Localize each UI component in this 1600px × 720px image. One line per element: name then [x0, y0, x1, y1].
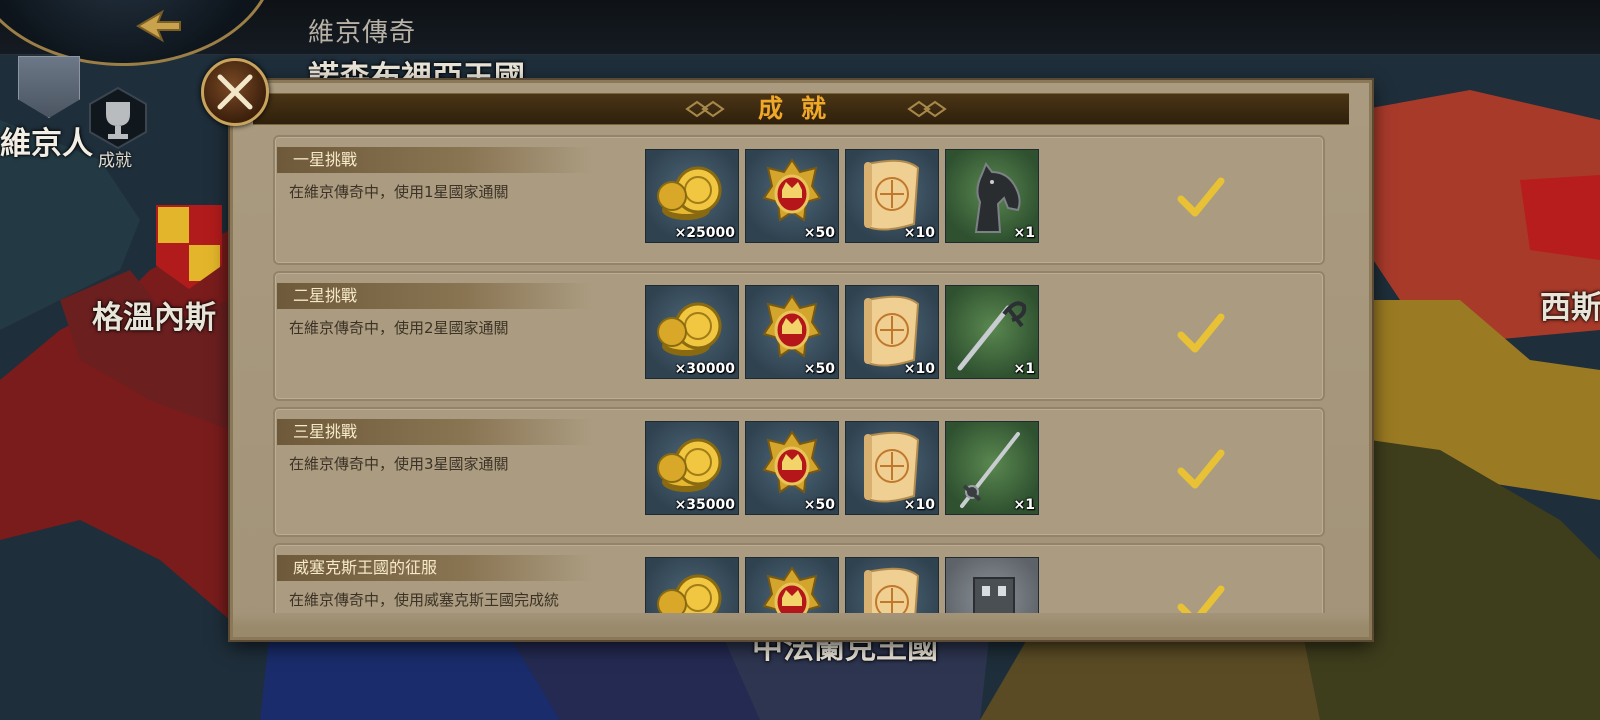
achievement-title: 二星挑戰 — [277, 283, 593, 309]
achievement-description: 在維京傳奇中，使用威塞克斯王國完成統 — [289, 591, 560, 609]
reward-item[interactable]: ×1 — [945, 149, 1039, 243]
reward-item[interactable]: ×10 — [845, 149, 939, 243]
campaign-title: 維京傳奇 — [308, 18, 417, 48]
reward-item[interactable]: ×50 — [745, 285, 839, 379]
reward-quantity: ×1 — [1013, 497, 1035, 513]
reward-item[interactable]: ×35000 — [645, 421, 739, 515]
reward-quantity: ×50 — [803, 361, 835, 377]
close-icon — [217, 74, 253, 110]
faction-name: 維京人 — [0, 126, 93, 162]
reward-quantity: ×50 — [803, 497, 835, 513]
achievement-row[interactable]: 三星挑戰在維京傳奇中，使用3星國家通關 ×35000 ×50 ×10 ×1 — [273, 407, 1325, 537]
reward-item[interactable]: ×30000 — [645, 285, 739, 379]
achievement-button[interactable] — [86, 86, 150, 150]
achievement-title: 一星挑戰 — [277, 147, 593, 173]
reward-item[interactable]: ×1 — [945, 421, 1039, 515]
achievement-description: 在維京傳奇中，使用2星國家通關 — [289, 319, 509, 337]
achievement-row[interactable]: 二星挑戰在維京傳奇中，使用2星國家通關 ×30000 ×50 ×10 ×1 — [273, 271, 1325, 401]
checkmark-icon — [1177, 177, 1225, 217]
achievement-title: 三星挑戰 — [277, 419, 593, 445]
checkmark-icon — [1177, 585, 1225, 613]
reward-quantity: ×10 — [903, 497, 935, 513]
achievement-description: 在維京傳奇中，使用3星國家通關 — [289, 455, 509, 473]
checkmark-icon — [1177, 313, 1225, 353]
reward-item[interactable]: ×10 — [845, 285, 939, 379]
reward-item[interactable]: ×25000 — [645, 149, 739, 243]
reward-quantity: ×1 — [1013, 361, 1035, 377]
reward-item[interactable]: ×50 — [745, 149, 839, 243]
achievements-dialog: 成就 一星挑戰 在維京傳奇中，使用1星國家通關 ×25000 ×50 ×10 ×1 二星挑戰… — [230, 80, 1372, 640]
dialog-title: 成就 — [757, 94, 844, 123]
achievement-label: 成就 — [98, 151, 132, 171]
building-icon — [973, 577, 1015, 613]
achievement-description: 在維京傳奇中，使用1星國家通關 — [289, 183, 509, 201]
reward-quantity: ×50 — [803, 225, 835, 241]
reward-item[interactable] — [945, 557, 1039, 613]
ornament-icon — [907, 100, 947, 118]
close-button[interactable] — [201, 58, 269, 126]
reward-item[interactable] — [845, 557, 939, 613]
reward-quantity: ×25000 — [674, 225, 735, 241]
achievement-row[interactable]: 一星挑戰在維京傳奇中，使用1星國家通關 ×25000 ×50 ×10 ×1 — [273, 135, 1325, 265]
trophy-icon — [89, 86, 147, 150]
reward-item[interactable] — [745, 557, 839, 613]
reward-quantity: ×10 — [903, 361, 935, 377]
reward-item[interactable] — [645, 557, 739, 613]
back-arrow-icon[interactable] — [128, 6, 188, 46]
map-label-east: 西斯 — [1540, 290, 1600, 326]
dialog-header: 成就 — [253, 93, 1349, 125]
gold-coins-icon — [657, 574, 722, 613]
reward-quantity: ×35000 — [674, 497, 735, 513]
dialog-frame-bottom — [233, 613, 1369, 637]
achievement-list[interactable]: 一星挑戰 在維京傳奇中，使用1星國家通關 ×25000 ×50 ×10 ×1 二星挑戰 在維京… — [273, 135, 1333, 613]
reward-quantity: ×10 — [903, 225, 935, 241]
reward-item[interactable]: ×10 — [845, 421, 939, 515]
reward-item[interactable]: ×1 — [945, 285, 1039, 379]
reward-quantity: ×30000 — [674, 361, 735, 377]
achievement-title: 威塞克斯王國的征服 — [277, 555, 593, 581]
achievement-row[interactable]: 威塞克斯王國的征服在維京傳奇中，使用威塞克斯王國完成統 — [273, 543, 1325, 613]
checkmark-icon — [1177, 449, 1225, 489]
map-label-west: 格溫內斯 — [92, 300, 216, 336]
reward-quantity: ×1 — [1013, 225, 1035, 241]
reward-item[interactable]: ×50 — [745, 421, 839, 515]
scroll-map-icon — [864, 567, 920, 613]
royal-crest-icon — [762, 566, 822, 613]
